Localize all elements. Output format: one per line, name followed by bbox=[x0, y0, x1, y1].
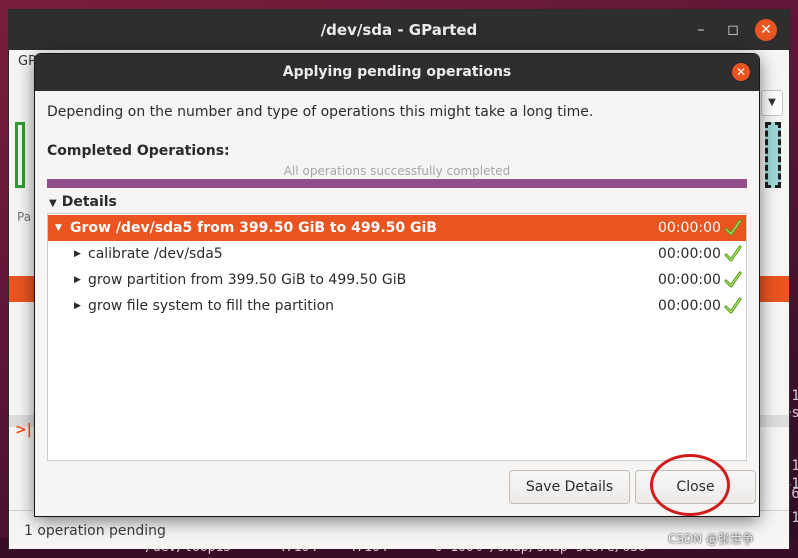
operation-row[interactable]: ▶ calibrate /dev/sda5 00:00:00 bbox=[48, 241, 746, 267]
device-selector-chevron-icon[interactable]: ▼ bbox=[761, 90, 783, 116]
progress-status-text: All operations successfully completed bbox=[283, 164, 511, 178]
expander-arrow-down-icon: ▼ bbox=[49, 198, 57, 209]
progress-bar-fill bbox=[47, 179, 747, 188]
dialog-titlebar: Applying pending operations ✕ bbox=[35, 54, 759, 91]
operation-label: calibrate /dev/sda5 bbox=[88, 246, 223, 262]
main-titlebar: /dev/sda - GParted – ◻ ✕ bbox=[9, 10, 789, 50]
dialog-close-icon[interactable]: ✕ bbox=[732, 63, 750, 81]
window-close-icon[interactable]: ✕ bbox=[755, 19, 777, 41]
success-check-icon bbox=[724, 271, 742, 288]
operation-time: 00:00:00 bbox=[658, 246, 721, 262]
completed-operations-label: Completed Operations: bbox=[47, 143, 230, 159]
annotation-circle bbox=[650, 454, 730, 516]
operation-row[interactable]: ▼ Grow /dev/sda5 from 399.50 GiB to 499.… bbox=[48, 215, 746, 241]
partition-column-header: Pa bbox=[17, 210, 32, 224]
success-check-icon bbox=[724, 245, 742, 262]
expander-arrow-right-icon[interactable]: ▶ bbox=[74, 241, 81, 267]
disk-graphic-partition[interactable] bbox=[15, 122, 25, 188]
expander-arrow-right-icon[interactable]: ▶ bbox=[74, 267, 81, 293]
details-label: Details bbox=[61, 194, 117, 210]
minimize-icon[interactable]: – bbox=[690, 19, 712, 41]
menu-gparted[interactable]: GP bbox=[18, 54, 36, 69]
expander-arrow-down-icon[interactable]: ▼ bbox=[55, 215, 62, 241]
operation-label: grow file system to fill the partition bbox=[88, 298, 335, 314]
operation-label: grow partition from 399.50 GiB to 499.50… bbox=[88, 272, 407, 288]
operations-tree[interactable]: ▼ Grow /dev/sda5 from 399.50 GiB to 499.… bbox=[47, 213, 747, 461]
dialog-info-text: Depending on the number and type of oper… bbox=[47, 104, 594, 120]
maximize-icon[interactable]: ◻ bbox=[722, 19, 744, 41]
apply-operations-dialog: Applying pending operations ✕ Depending … bbox=[35, 54, 759, 516]
progress-bar bbox=[47, 179, 747, 188]
operation-time: 00:00:00 bbox=[658, 220, 721, 236]
pending-operation-icon: >| bbox=[15, 422, 32, 438]
operation-time: 00:00:00 bbox=[658, 298, 721, 314]
operation-time: 00:00:00 bbox=[658, 272, 721, 288]
success-check-icon bbox=[724, 219, 742, 236]
operation-label: Grow /dev/sda5 from 399.50 GiB to 499.50… bbox=[70, 220, 437, 236]
disk-graphic-partition[interactable] bbox=[765, 122, 781, 188]
operation-row[interactable]: ▶ grow file system to fill the partition… bbox=[48, 293, 746, 319]
window-title: /dev/sda - GParted bbox=[320, 21, 478, 39]
success-check-icon bbox=[724, 297, 742, 314]
status-text: 1 operation pending bbox=[24, 523, 166, 539]
dialog-title: Applying pending operations bbox=[282, 64, 512, 80]
details-expander[interactable]: ▼ Details bbox=[49, 194, 117, 210]
save-details-button[interactable]: Save Details bbox=[509, 470, 630, 504]
expander-arrow-right-icon[interactable]: ▶ bbox=[74, 293, 81, 319]
watermark: CSDN @张世争 bbox=[668, 532, 755, 546]
operation-row[interactable]: ▶ grow partition from 399.50 GiB to 499.… bbox=[48, 267, 746, 293]
